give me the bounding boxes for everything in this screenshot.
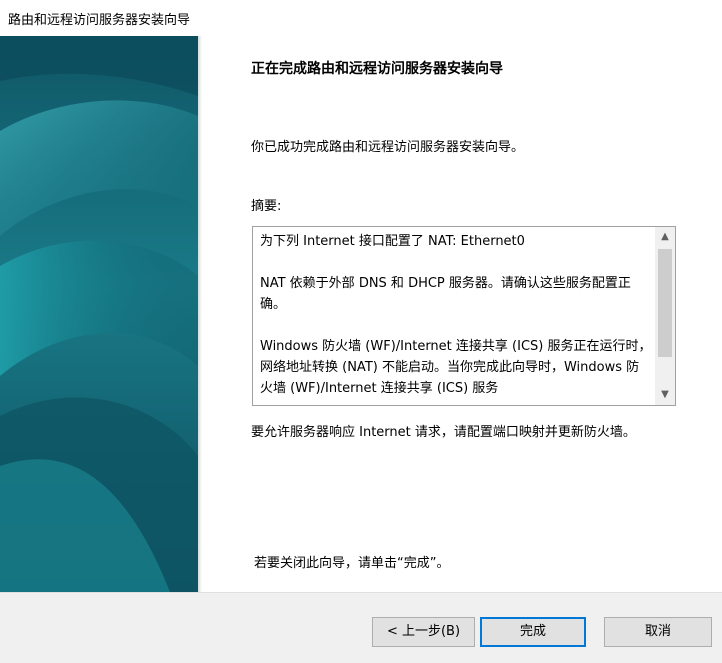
summary-paragraph: Windows 防火墙 (WF)/Internet 连接共享 (ICS) 服务正…	[260, 339, 652, 396]
button-bar: < 上一步(B) 完成 取消	[0, 592, 722, 663]
back-button[interactable]: < 上一步(B)	[372, 617, 475, 647]
summary-scrollbar[interactable]: ▲ ▼	[655, 227, 675, 405]
finish-button[interactable]: 完成	[480, 617, 586, 647]
summary-label: 摘要:	[251, 199, 282, 214]
intro-text: 你已成功完成路由和远程访问服务器安装向导。	[251, 140, 525, 155]
scroll-down-icon[interactable]: ▼	[655, 385, 675, 405]
wizard-window: 路由和远程访问服务器安装向导 正在完成路由和远程访问服务器安装向导 你已成功完成…	[0, 0, 722, 663]
window-title: 路由和远程访问服务器安装向导	[8, 13, 191, 28]
summary-content: 为下列 Internet 接口配置了 NAT: Ethernet0 NAT 依赖…	[260, 231, 652, 403]
summary-paragraph: NAT 依赖于外部 DNS 和 DHCP 服务器。请确认这些服务配置正确。	[260, 276, 631, 312]
title-bar[interactable]: 路由和远程访问服务器安装向导	[0, 0, 722, 36]
wizard-content: 正在完成路由和远程访问服务器安装向导 你已成功完成路由和远程访问服务器安装向导。…	[202, 36, 722, 592]
summary-paragraph: 为下列 Internet 接口配置了 NAT: Ethernet0	[260, 234, 525, 249]
page-title: 正在完成路由和远程访问服务器安装向导	[251, 61, 503, 77]
scroll-up-icon[interactable]: ▲	[655, 227, 675, 247]
firewall-note: 要允许服务器响应 Internet 请求，请配置端口映射并更新防火墙。	[251, 425, 636, 440]
summary-textbox[interactable]: 为下列 Internet 接口配置了 NAT: Ethernet0 NAT 依赖…	[252, 226, 676, 406]
finish-hint: 若要关闭此向导，请单击“完成”。	[254, 556, 450, 571]
wizard-banner-image	[0, 36, 198, 592]
scrollbar-thumb[interactable]	[658, 249, 672, 357]
cancel-button[interactable]: 取消	[604, 617, 712, 647]
